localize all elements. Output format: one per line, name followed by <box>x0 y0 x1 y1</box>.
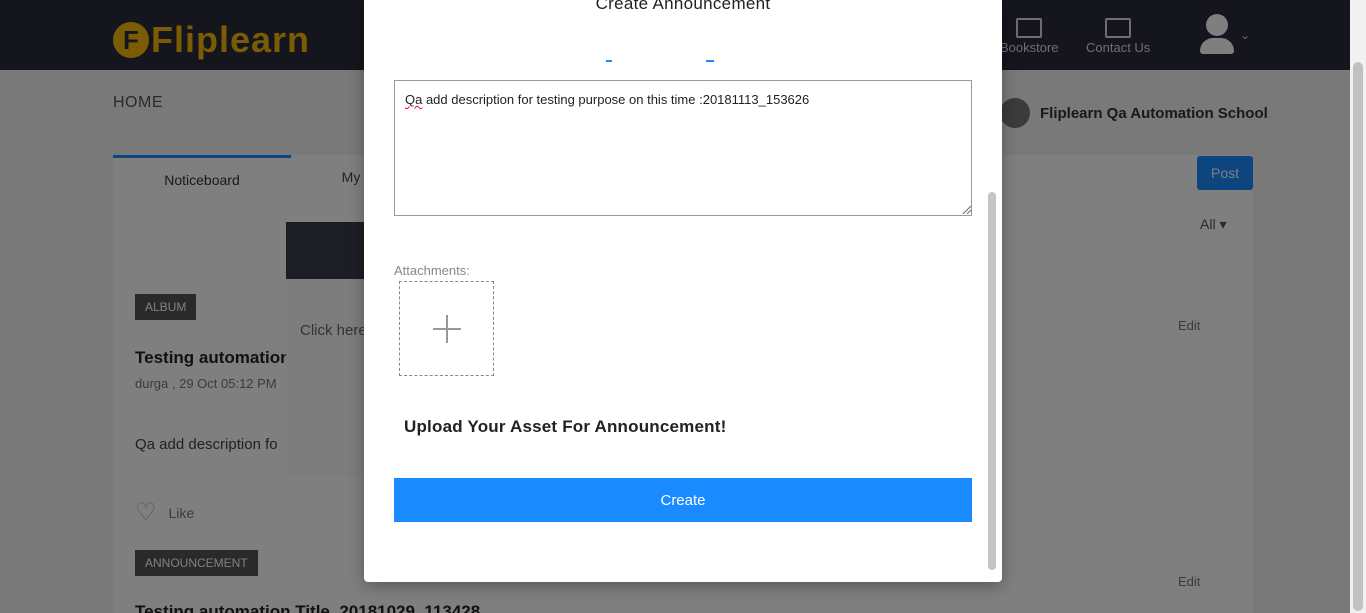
modal-scrollbar[interactable] <box>988 192 996 570</box>
description-text: add description for testing purpose on t… <box>422 92 810 107</box>
toolbar-fragment <box>606 60 612 62</box>
resize-grip-icon[interactable] <box>961 204 971 214</box>
upload-heading: Upload Your Asset For Announcement! <box>404 417 727 436</box>
toolbar-fragment <box>706 60 714 62</box>
description-textarea[interactable]: Qa add description for testing purpose o… <box>394 80 972 216</box>
plus-icon <box>432 314 461 343</box>
add-attachment-button[interactable] <box>399 281 494 376</box>
description-first-word: Qa <box>405 92 423 107</box>
create-button[interactable]: Create <box>394 478 972 522</box>
attachments-label: Attachments: <box>394 263 470 278</box>
page-scrollbar[interactable] <box>1350 0 1366 613</box>
scrollbar-thumb[interactable] <box>1353 62 1363 611</box>
modal-title: Create Announcement <box>595 0 771 13</box>
create-announcement-modal: Create Announcement Qa add description f… <box>364 0 1002 582</box>
